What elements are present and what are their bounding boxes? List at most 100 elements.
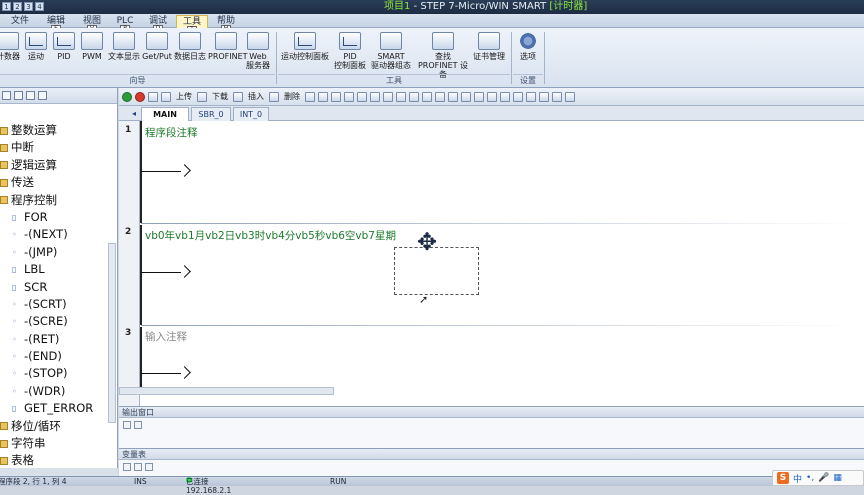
tool-icon[interactable] [526, 91, 536, 102]
tool-icon[interactable] [487, 91, 497, 102]
delete-icon[interactable] [269, 91, 279, 102]
tree-item[interactable]: 逻辑运算 [0, 157, 108, 174]
tool-icon[interactable] [552, 91, 562, 102]
microphone-icon[interactable]: 🎤 [818, 473, 829, 483]
smart-drive-config-button[interactable]: SMART 驱动器组态 [366, 32, 416, 72]
clear-icon[interactable] [123, 420, 131, 429]
tab-edit[interactable]: 编辑E [42, 15, 70, 33]
keyboard-grid-icon[interactable]: ▦ [833, 473, 842, 483]
network-comment[interactable]: 程序段注释 [145, 125, 198, 140]
monitor-icon[interactable] [305, 91, 315, 102]
tab-sbr0[interactable]: SBR_0 [191, 107, 231, 121]
tool-icon[interactable] [370, 91, 380, 102]
stop-icon[interactable] [135, 91, 145, 102]
tree-hscrollbar[interactable] [0, 468, 118, 476]
tree-item[interactable]: 字符串 [0, 435, 108, 452]
editor-hscrollbar[interactable] [119, 387, 334, 395]
tree-tool-icon[interactable] [26, 91, 35, 100]
tree-item[interactable]: 传送 [0, 174, 108, 191]
web-server-button[interactable]: Web 服务器 [244, 32, 272, 72]
network-comment[interactable]: 输入注释 [145, 329, 187, 344]
tree-tool-icon[interactable] [14, 91, 23, 100]
tree-item[interactable]: ▯ LBL [0, 261, 108, 278]
options-button[interactable]: 选项 [514, 32, 542, 72]
qat-item-3[interactable]: 3 [24, 2, 33, 11]
sogou-logo-icon[interactable]: S [777, 472, 789, 484]
tool-icon[interactable] [331, 91, 341, 102]
profinet-button[interactable]: PROFINET [208, 32, 248, 72]
delete-row-icon[interactable] [134, 462, 142, 471]
tree-item[interactable]: ◦ -(SCRE) [0, 313, 108, 330]
tool-icon[interactable] [145, 462, 153, 471]
tree-item[interactable]: ◦ -(SCRT) [0, 296, 108, 313]
tab-main[interactable]: MAIN [141, 107, 189, 121]
delete-button[interactable]: 删除 [282, 91, 302, 102]
download-button[interactable]: 下载 [210, 91, 230, 102]
tree-item[interactable]: ◦ -(WDR) [0, 383, 108, 400]
tool-icon[interactable] [461, 91, 471, 102]
add-row-icon[interactable] [123, 462, 131, 471]
compile-icon[interactable] [148, 91, 158, 102]
tree-item[interactable]: 移位/循环 [0, 418, 108, 435]
download-icon[interactable] [197, 91, 207, 102]
pwm-wizard-button[interactable]: PWM [80, 32, 104, 72]
tool-icon[interactable] [422, 91, 432, 102]
ime-punct[interactable]: •, [806, 473, 814, 483]
tree-item[interactable]: 中断 [0, 139, 108, 156]
tool-icon[interactable] [409, 91, 419, 102]
upload-icon[interactable] [161, 91, 171, 102]
qat-item-2[interactable]: 2 [13, 2, 22, 11]
ime-language[interactable]: 中 [793, 472, 802, 485]
data-log-button[interactable]: 数据日志 [172, 32, 208, 72]
tool-icon[interactable] [383, 91, 393, 102]
tab-help[interactable]: 帮助H [212, 15, 240, 33]
tab-debug[interactable]: 调试D [144, 15, 172, 33]
tool-icon[interactable] [318, 91, 328, 102]
insert-button[interactable]: 插入 [246, 91, 266, 102]
tool-icon[interactable] [513, 91, 523, 102]
motion-wizard-button[interactable]: 运动 [24, 32, 48, 72]
counter-wizard-button[interactable]: 计数器 [0, 32, 22, 72]
tab-tools[interactable]: 工具T [176, 15, 208, 34]
tree-item[interactable]: 程序控制 [0, 192, 108, 209]
tool-icon[interactable] [539, 91, 549, 102]
tree-item[interactable]: ◦ -(STOP) [0, 365, 108, 382]
tool-icon[interactable] [474, 91, 484, 102]
find-profinet-device-button[interactable]: 查找 PROFINET 设备 [414, 32, 472, 79]
certificate-manager-button[interactable]: 证书管理 [470, 32, 508, 72]
tab-scroll-left-icon[interactable]: ◂ [127, 107, 141, 121]
motion-control-panel-button[interactable]: 运动控制面板 [278, 32, 332, 72]
tree-item[interactable]: ◦ -(END) [0, 348, 108, 365]
tool-icon[interactable] [500, 91, 510, 102]
insert-icon[interactable] [233, 91, 243, 102]
pin-icon[interactable] [134, 420, 142, 429]
pid-wizard-button[interactable]: PID [52, 32, 76, 72]
get-put-button[interactable]: Get/Put [142, 32, 172, 72]
tree-tool-icon[interactable] [2, 91, 11, 100]
tool-icon[interactable] [565, 91, 575, 102]
qat-item-4[interactable]: 4 [35, 2, 44, 11]
tool-icon[interactable] [344, 91, 354, 102]
ladder-area[interactable]: 1 程序段注释 2 vb0年vb1月vb2日vb3时vb4分vb5秒vb6空vb… [119, 121, 864, 406]
tool-icon[interactable] [396, 91, 406, 102]
tree-item[interactable]: 整数运算 [0, 122, 108, 139]
tree-item[interactable]: ▯ FOR [0, 209, 108, 226]
tree-item[interactable]: ◦ -(NEXT) [0, 226, 108, 243]
tool-icon[interactable] [435, 91, 445, 102]
tree-item[interactable]: ▯ GET_ERROR [0, 400, 108, 417]
tab-view[interactable]: 视图V [78, 15, 106, 33]
tool-icon[interactable] [448, 91, 458, 102]
tree-item[interactable]: ◦ -(JMP) [0, 244, 108, 261]
tab-int0[interactable]: INT_0 [233, 107, 269, 121]
text-display-button[interactable]: 文本显示 [106, 32, 142, 72]
tree-tool-icon[interactable] [38, 91, 47, 100]
pid-control-panel-button[interactable]: PID 控制面板 [330, 32, 370, 72]
run-icon[interactable] [122, 91, 132, 102]
tool-icon[interactable] [357, 91, 367, 102]
tree-scrollbar[interactable] [108, 243, 116, 423]
tree-item[interactable]: ◦ -(RET) [0, 331, 108, 348]
tab-file[interactable]: 文件 [6, 15, 34, 28]
qat-item-1[interactable]: 1 [2, 2, 11, 11]
tab-plc[interactable]: PLCP [112, 15, 138, 33]
network-comment[interactable]: vb0年vb1月vb2日vb3时vb4分vb5秒vb6空vb7星期 [145, 228, 396, 243]
